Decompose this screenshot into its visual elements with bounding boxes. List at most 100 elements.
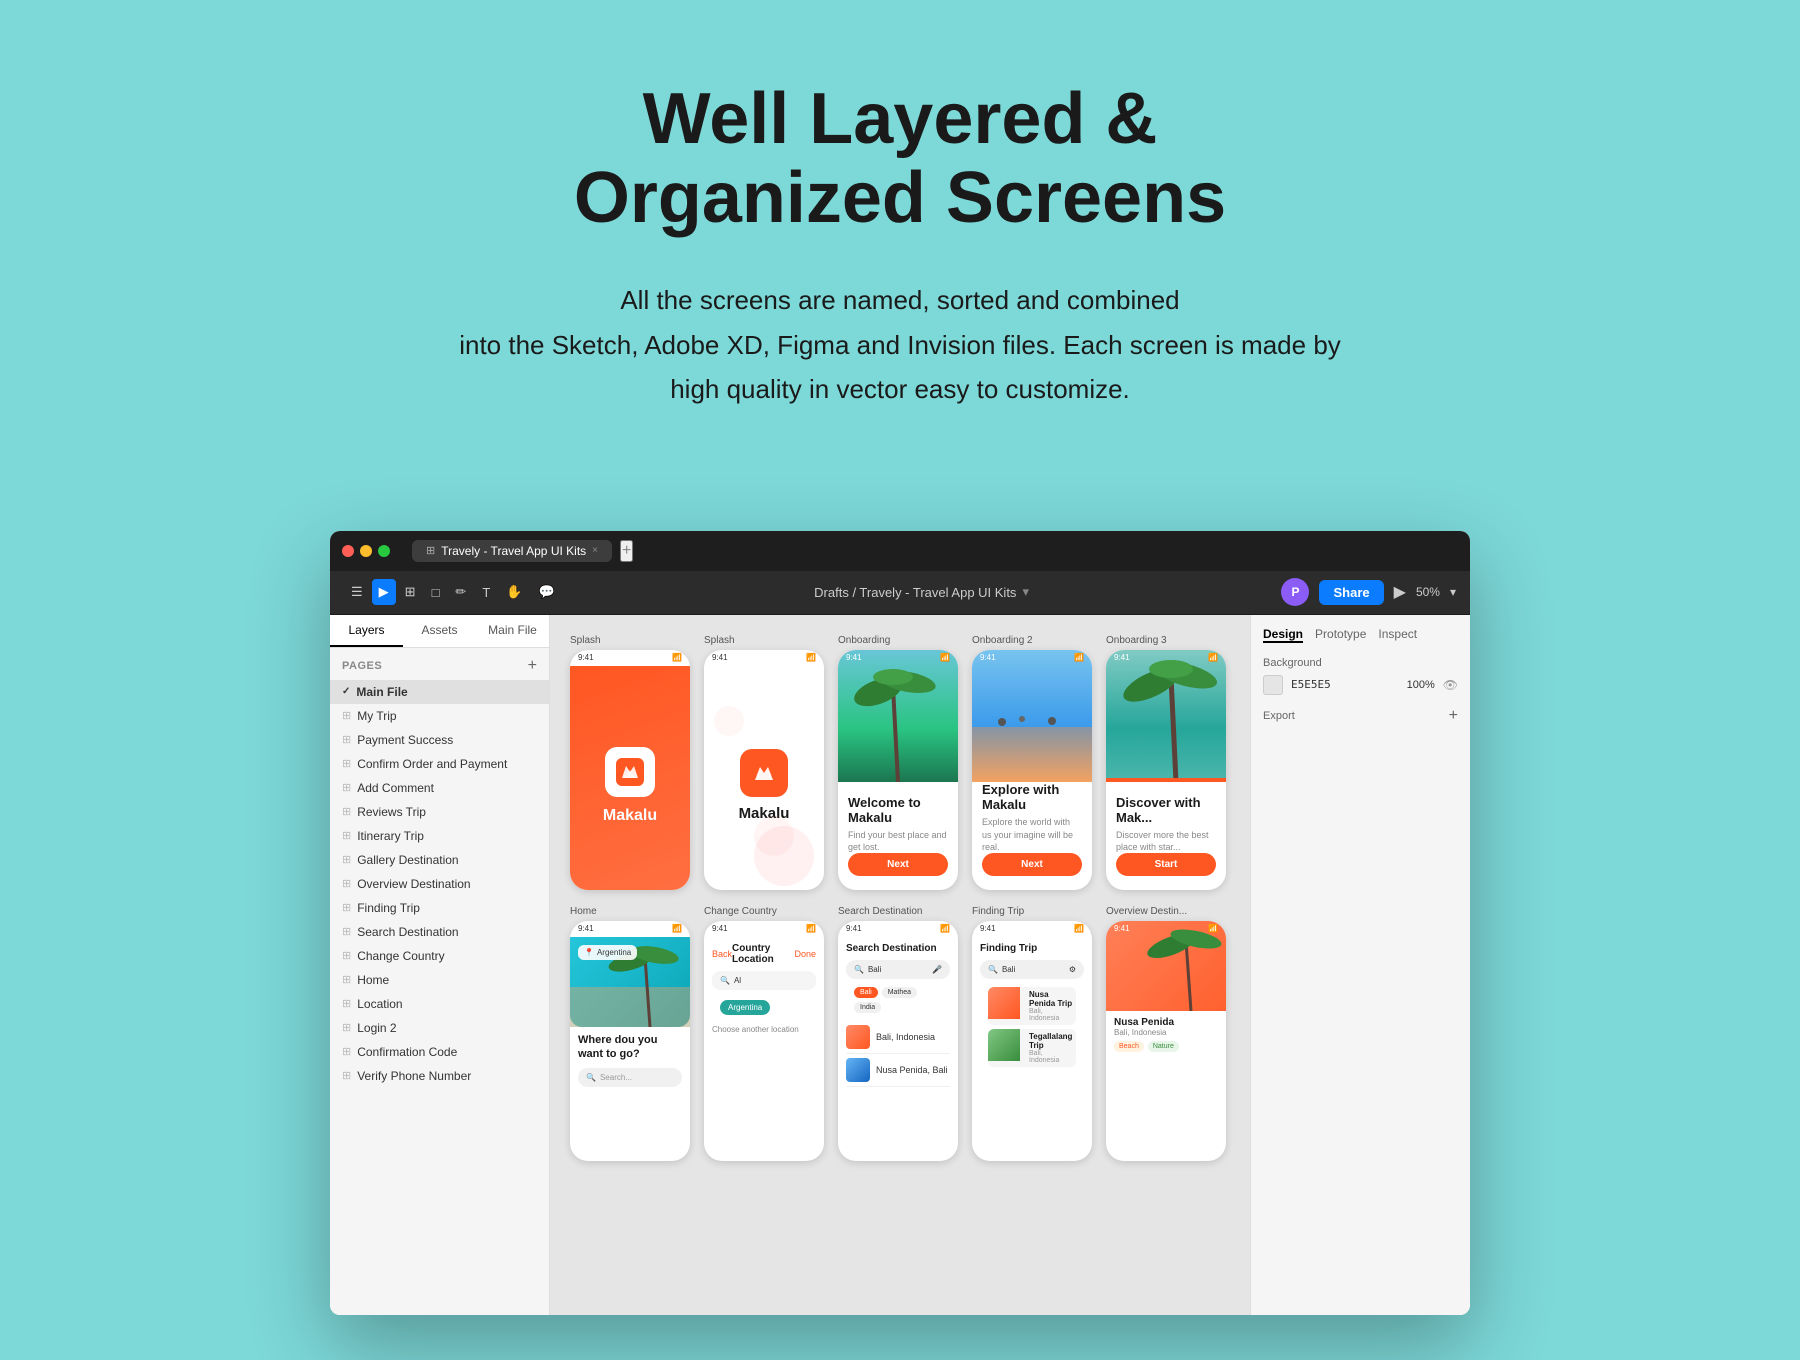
onboard3-start-btn[interactable]: Start [1116, 853, 1216, 876]
tag-beach: Beach [1114, 1041, 1144, 1052]
tab-prototype[interactable]: Prototype [1315, 627, 1366, 643]
active-tab[interactable]: ⊞ Travely - Travel App UI Kits × [412, 540, 612, 562]
country-input[interactable]: 🔍 Al [712, 971, 816, 990]
onboard1-next-btn[interactable]: Next [848, 853, 948, 876]
page-item-country[interactable]: ⊞ Change Country [330, 944, 549, 968]
toolbar-center: Drafts / Travely - Travel App UI Kits ▾ [566, 584, 1278, 600]
page-item-main[interactable]: ✓ Main File [330, 680, 549, 704]
export-row: Export + [1263, 707, 1458, 725]
export-add-button[interactable]: + [1449, 707, 1458, 725]
page-item-add-comment[interactable]: ⊞ Add Comment [330, 776, 549, 800]
bg-opacity-value: 100% [1407, 679, 1435, 691]
main-content: Layers Assets Main File Pages + ✓ Main F… [330, 615, 1470, 1315]
result-item-2[interactable]: Nusa Penida, Bali [846, 1054, 950, 1087]
breadcrumb: Drafts / Travely - Travel App UI Kits [814, 585, 1016, 600]
onboard2-next-btn[interactable]: Next [982, 853, 1082, 876]
tab-assets[interactable]: Assets [403, 615, 476, 647]
frame-label-splash2: Splash [704, 635, 824, 646]
status-bar-5: 9:41 📶 [1106, 650, 1226, 666]
toolbar-tools: ☰ ▶ ⊞ □ ✏ T ✋ 💬 [344, 579, 562, 605]
page-item-mytrip[interactable]: ⊞ My Trip [330, 704, 549, 728]
page-item-location[interactable]: ⊞ Location [330, 992, 549, 1016]
search-results: Bali, Indonesia Nusa Penida, Bali [846, 1021, 950, 1087]
hash-icon: ⊞ [342, 829, 351, 842]
close-dot[interactable] [342, 545, 354, 557]
select-tool[interactable]: ▶ [372, 579, 396, 605]
trip-card-1[interactable]: Nusa Penida Trip Bali, Indonesia [988, 987, 1076, 1025]
tab-main-file[interactable]: Main File [476, 615, 549, 647]
frame-tool[interactable]: ⊞ [398, 579, 423, 605]
hash-icon: ⊞ [342, 997, 351, 1010]
page-item-verify[interactable]: ⊞ Verify Phone Number [330, 1064, 549, 1088]
minimize-dot[interactable] [360, 545, 372, 557]
phone-frame-onboard2[interactable]: 9:41 📶 [972, 650, 1092, 890]
frame-label-search: Search Destination [838, 906, 958, 917]
finding-title: Finding Trip [980, 943, 1084, 954]
result-name-1: Bali, Indonesia [876, 1032, 935, 1042]
phone-frame-home[interactable]: 9:41 📶 [570, 921, 690, 1161]
frame-group-splash1: Splash 9:41 📶 [570, 635, 690, 890]
page-item-reviews[interactable]: ⊞ Reviews Trip [330, 800, 549, 824]
onboard3-content: Discover with Mak... Discover more the b… [1106, 787, 1226, 862]
new-tab-button[interactable]: + [620, 540, 633, 562]
tab-design[interactable]: Design [1263, 627, 1303, 643]
status-bar-search: 9:41 📶 [838, 921, 958, 937]
visibility-icon[interactable]: 👁 [1443, 678, 1458, 692]
tab-layers[interactable]: Layers [330, 615, 403, 647]
phone-frame-splash2[interactable]: 9:41 📶 Makalu [704, 650, 824, 890]
overview-tags: Beach Nature [1114, 1041, 1218, 1052]
pen-tool[interactable]: ✏ [448, 579, 473, 605]
export-label: Export [1263, 710, 1295, 722]
page-item-login2[interactable]: ⊞ Login 2 [330, 1016, 549, 1040]
phone-frame-search[interactable]: 9:41 📶 Search Destination 🔍 Bali 🎤 [838, 921, 958, 1161]
tab-inspect[interactable]: Inspect [1378, 627, 1417, 643]
page-item-payment-success[interactable]: ⊞ Payment Success [330, 728, 549, 752]
phone-frame-splash1[interactable]: 9:41 📶 [570, 650, 690, 890]
check-icon: ✓ [342, 686, 350, 697]
zoom-dropdown[interactable]: ▾ [1450, 585, 1456, 599]
page-item-confirmation[interactable]: ⊞ Confirmation Code [330, 1040, 549, 1064]
page-item-finding[interactable]: ⊞ Finding Trip [330, 896, 549, 920]
hash-icon: ⊞ [342, 1069, 351, 1082]
page-item-gallery[interactable]: ⊞ Gallery Destination [330, 848, 549, 872]
shape-tool[interactable]: □ [425, 580, 447, 605]
add-page-button[interactable]: + [528, 658, 537, 674]
toolbar-right: P Share ▶ 50% ▾ [1281, 578, 1456, 606]
chip-mathea[interactable]: Mathea [882, 987, 917, 998]
makalu-logo [605, 747, 655, 797]
back-link[interactable]: Back [712, 949, 732, 959]
zoom-control[interactable]: 50% [1416, 585, 1440, 599]
phone-frame-onboard3[interactable]: 9:41 📶 [1106, 650, 1226, 890]
play-button[interactable]: ▶ [1394, 582, 1406, 602]
phone-frame-finding[interactable]: 9:41 📶 Finding Trip 🔍 Bali ⚙ [972, 921, 1092, 1161]
hand-tool[interactable]: ✋ [499, 579, 529, 605]
trip-card-2[interactable]: Tegallalang Trip Bali, Indonesia [988, 1029, 1076, 1067]
home-search-bar[interactable]: 🔍Search... [578, 1068, 682, 1087]
sidebar-tabs: Layers Assets Main File [330, 615, 549, 648]
hero-subtitle: All the screens are named, sorted and co… [450, 278, 1350, 411]
frames-row-2: Home 9:41 📶 [570, 906, 1230, 1161]
chip-bali[interactable]: Bali [854, 987, 878, 998]
result-item-1[interactable]: Bali, Indonesia [846, 1021, 950, 1054]
text-tool[interactable]: T [475, 580, 497, 605]
maximize-dot[interactable] [378, 545, 390, 557]
share-button[interactable]: Share [1319, 580, 1383, 605]
comment-tool[interactable]: 💬 [531, 579, 561, 605]
search-input[interactable]: 🔍 Bali 🎤 [846, 960, 950, 979]
phone-frame-country[interactable]: 9:41 📶 Back Country Location Done [704, 921, 824, 1161]
bg-color-swatch[interactable] [1263, 675, 1283, 695]
finding-input[interactable]: 🔍 Bali ⚙ [980, 960, 1084, 979]
page-item-confirm-order[interactable]: ⊞ Confirm Order and Payment [330, 752, 549, 776]
page-item-itinerary[interactable]: ⊞ Itinerary Trip [330, 824, 549, 848]
frame-group-home: Home 9:41 📶 [570, 906, 690, 1161]
menu-button[interactable]: ☰ [344, 579, 370, 605]
onboard1-desc: Find your best place and get lost. [848, 829, 948, 854]
page-item-search[interactable]: ⊞ Search Destination [330, 920, 549, 944]
phone-frame-overview[interactable]: 9:41 📶 [1106, 921, 1226, 1161]
done-link[interactable]: Done [794, 949, 816, 959]
page-item-home[interactable]: ⊞ Home [330, 968, 549, 992]
location-chip[interactable]: Argentina [720, 1000, 770, 1015]
page-item-overview[interactable]: ⊞ Overview Destination [330, 872, 549, 896]
chip-india[interactable]: India [854, 1002, 881, 1013]
phone-frame-onboard1[interactable]: 9:41 📶 [838, 650, 958, 890]
